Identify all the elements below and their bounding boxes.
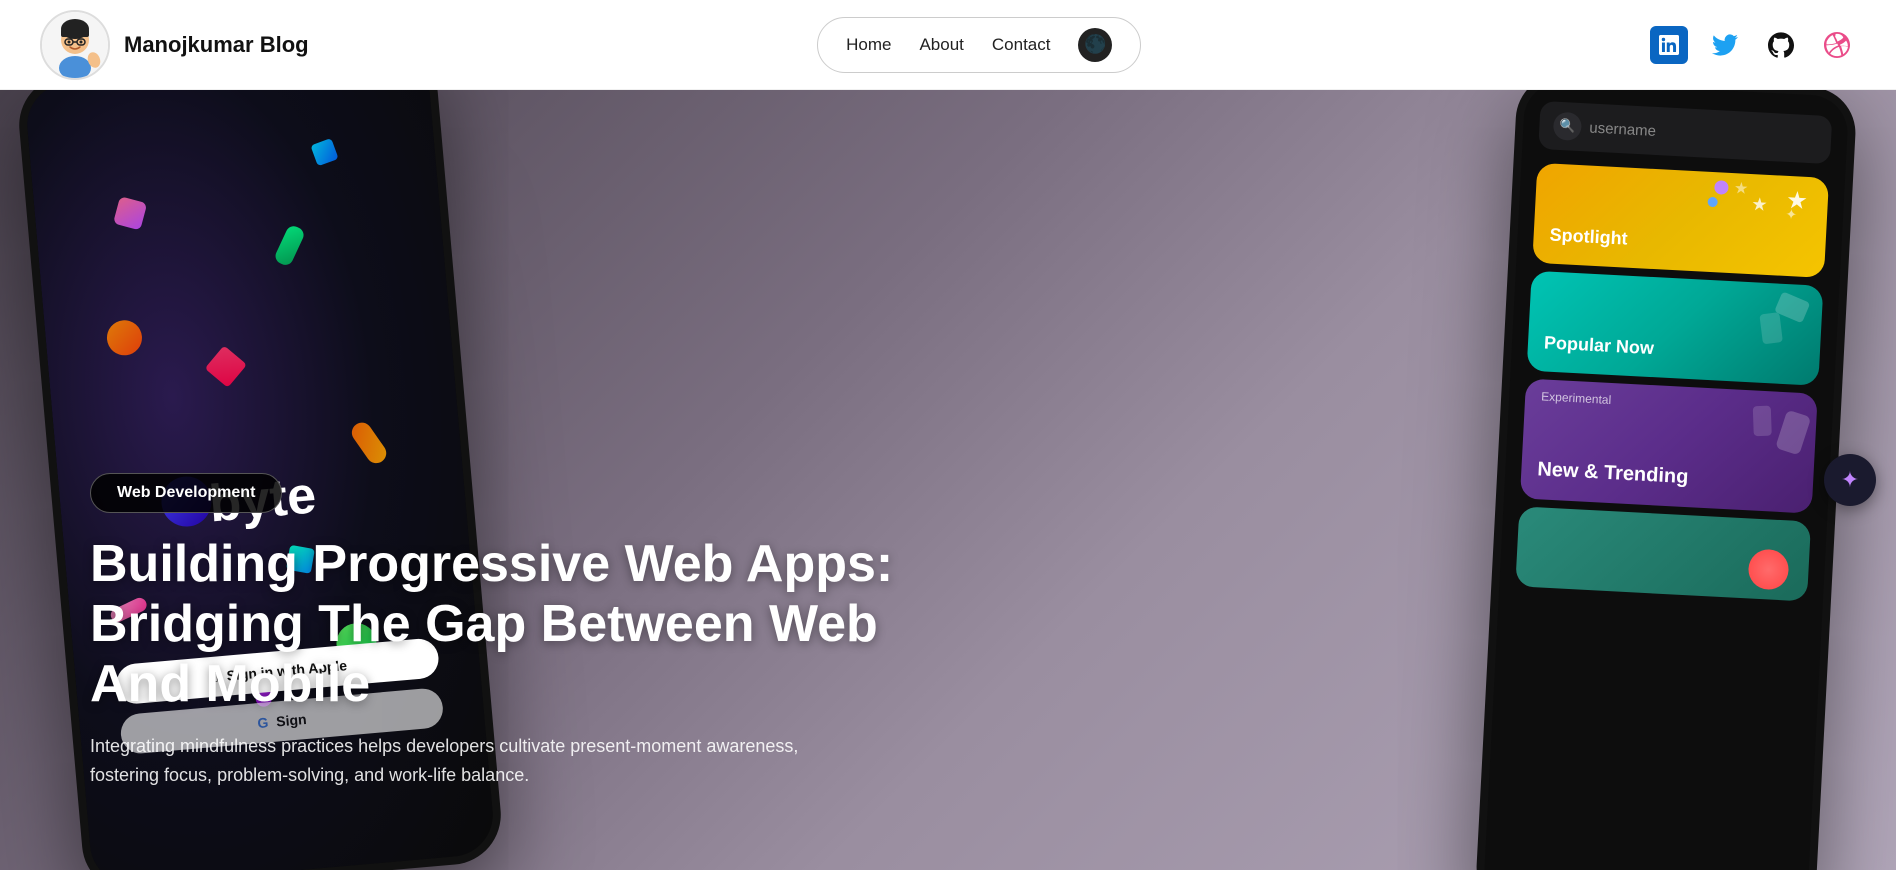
ai-fab-icon: ✦ [1841, 467, 1859, 493]
hero-description: Integrating mindfulness practices helps … [90, 732, 810, 790]
card-trending-title: New & Trending [1537, 458, 1689, 489]
github-icon[interactable] [1762, 26, 1800, 64]
search-placeholder: username [1589, 119, 1657, 139]
phone-right-content: 🔍 username ★ ★ ★ ✦ Spotlight [1498, 90, 1849, 622]
nav-contact[interactable]: Contact [992, 35, 1051, 55]
site-title: Manojkumar Blog [124, 32, 309, 58]
theme-toggle-button[interactable]: 🌑 [1078, 28, 1112, 62]
site-header: Manojkumar Blog Home About Contact 🌑 [0, 0, 1896, 90]
nav-home[interactable]: Home [846, 35, 891, 55]
card-popular: Popular Now [1527, 271, 1824, 386]
hero-section: byte  Sign in with Apple G Sign [0, 90, 1896, 870]
card-spotlight-title: Spotlight [1549, 225, 1628, 250]
category-badge: Web Development [90, 473, 282, 513]
card-popular-title: Popular Now [1544, 332, 1655, 359]
hero-text: Web Development Building Progressive Web… [90, 473, 910, 790]
experimental-label: Experimental [1541, 389, 1612, 407]
theme-icon: 🌑 [1084, 34, 1106, 55]
trending-decoration [1637, 385, 1818, 514]
social-links [1650, 26, 1856, 64]
phone-right-screen: 🔍 username ★ ★ ★ ✦ Spotlight [1483, 90, 1850, 870]
card-trending: Experimental New & Trending [1520, 379, 1818, 514]
nav-about[interactable]: About [919, 35, 963, 55]
popular-decoration [1643, 277, 1823, 386]
stars-decoration: ★ ★ ★ ✦ [1649, 169, 1829, 278]
dribbble-icon[interactable] [1818, 26, 1856, 64]
twitter-icon[interactable] [1706, 26, 1744, 64]
search-bar: 🔍 username [1538, 101, 1832, 164]
hero-title: Building Progressive Web Apps: Bridging … [90, 535, 910, 714]
search-icon: 🔍 [1553, 112, 1582, 141]
card-bottom [1515, 506, 1811, 601]
ai-fab-button[interactable]: ✦ [1824, 454, 1876, 506]
phone-right-mockup: 🔍 username ★ ★ ★ ✦ Spotlight [1474, 90, 1857, 870]
card-spotlight: ★ ★ ★ ✦ Spotlight [1532, 163, 1829, 278]
main-nav: Home About Contact 🌑 [817, 17, 1141, 73]
header-brand: Manojkumar Blog [40, 10, 309, 80]
avatar [40, 10, 110, 80]
linkedin-icon[interactable] [1650, 26, 1688, 64]
